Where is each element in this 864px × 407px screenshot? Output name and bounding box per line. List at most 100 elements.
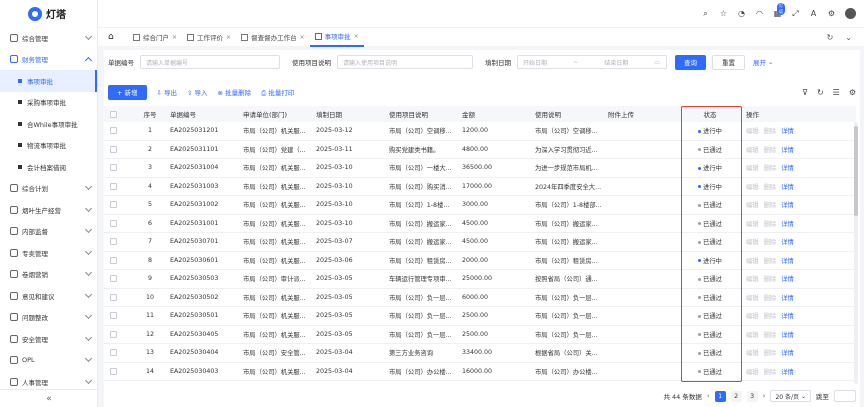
avatar[interactable] bbox=[845, 8, 856, 19]
delete-button[interactable]: 删除 bbox=[764, 163, 777, 172]
edit-button[interactable]: 编辑 bbox=[746, 367, 759, 376]
page-2[interactable]: 2 bbox=[730, 390, 742, 402]
sidebar-item-plan[interactable]: 综合计划 bbox=[0, 178, 97, 200]
detail-button[interactable]: 详情 bbox=[781, 163, 794, 172]
column-icon[interactable]: ☰ bbox=[833, 88, 840, 97]
translate-icon[interactable]: A bbox=[809, 9, 818, 18]
delete-button[interactable]: 删除 bbox=[764, 200, 777, 209]
edit-button[interactable]: 编辑 bbox=[746, 200, 759, 209]
edit-button[interactable]: 编辑 bbox=[746, 126, 759, 135]
detail-button[interactable]: 详情 bbox=[781, 367, 794, 376]
tab-matter-approval[interactable]: 事项审批 × bbox=[309, 28, 364, 47]
delete-button[interactable]: 删除 bbox=[764, 293, 777, 302]
delete-button[interactable]: 删除 bbox=[764, 274, 777, 283]
app-center-icon[interactable]: ▦灯塔 bbox=[773, 3, 785, 18]
sidebar-item-finance[interactable]: 财务管理 bbox=[0, 49, 97, 71]
row-checkbox[interactable] bbox=[104, 275, 134, 283]
detail-button[interactable]: 详情 bbox=[781, 274, 794, 283]
select-all-checkbox[interactable] bbox=[104, 110, 134, 118]
row-checkbox[interactable] bbox=[104, 145, 134, 153]
sidebar-item-monopoly[interactable]: 专卖管理 bbox=[0, 242, 97, 264]
row-checkbox[interactable] bbox=[104, 238, 134, 246]
gear-icon[interactable]: ⚙ bbox=[827, 9, 836, 18]
edit-button[interactable]: 编辑 bbox=[746, 219, 759, 228]
delete-button[interactable]: 删除 bbox=[764, 348, 777, 357]
page-1[interactable]: 1 bbox=[714, 390, 726, 402]
edit-button[interactable]: 编辑 bbox=[746, 348, 759, 357]
batch-print-button[interactable]: ⎙ 批量打印 bbox=[261, 87, 294, 98]
sidebar-collapse-button[interactable]: « bbox=[0, 389, 98, 407]
sidebar-subitem-purchase-approval[interactable]: 采购事项审批 bbox=[0, 92, 97, 114]
table-row[interactable]: 10 EA2025030502 市局（公司）机关服... 2025-03-05 市局（公… bbox=[104, 289, 856, 307]
page-size-select[interactable]: 20 条/页 ⌄ bbox=[770, 390, 811, 402]
table-row[interactable]: 9 EA2025030503 市局（公司）审计派... 2025-03-05 车辆运行管… bbox=[104, 270, 856, 289]
detail-button[interactable]: 详情 bbox=[781, 182, 794, 191]
table-row[interactable]: 2 EA2025031101 市局（公司）党建（... 2025-03-11 购买党建类… bbox=[104, 141, 856, 159]
delete-button[interactable]: 删除 bbox=[764, 330, 777, 339]
batch-delete-button[interactable]: ⊗ 批量删除 bbox=[218, 87, 252, 97]
delete-button[interactable]: 删除 bbox=[764, 367, 777, 376]
detail-button[interactable]: 详情 bbox=[781, 256, 794, 265]
export-button[interactable]: ⇩ 导出 bbox=[157, 87, 178, 97]
detail-button[interactable]: 详情 bbox=[781, 293, 794, 302]
detail-button[interactable]: 详情 bbox=[781, 219, 794, 228]
detail-button[interactable]: 详情 bbox=[781, 200, 794, 209]
star-icon[interactable]: ☆ bbox=[719, 9, 728, 18]
edit-button[interactable]: 编辑 bbox=[746, 256, 759, 265]
detail-button[interactable]: 详情 bbox=[781, 126, 794, 135]
table-row[interactable]: 1 EA2025031201 市局（公司）机关服... 2025-03-12 市局（公司… bbox=[104, 122, 856, 141]
expand-link[interactable]: 展开 bbox=[753, 57, 766, 67]
edit-button[interactable]: 编辑 bbox=[746, 237, 759, 246]
close-icon[interactable]: × bbox=[354, 33, 359, 40]
table-row[interactable]: 6 EA2025031001 市局（公司）机关服... 2025-03-10 市局（公司… bbox=[104, 215, 856, 233]
close-icon[interactable]: × bbox=[300, 34, 305, 41]
delete-button[interactable]: 删除 bbox=[764, 145, 777, 154]
edit-button[interactable]: 编辑 bbox=[746, 182, 759, 191]
message-icon[interactable]: ◔ bbox=[737, 9, 746, 18]
table-row[interactable]: 13 EA2025030404 市局（公司）安全管... 2025-03-04 第三方业… bbox=[104, 344, 856, 363]
sidebar-item-feedback[interactable]: 意见和建议 bbox=[0, 285, 97, 307]
search-button[interactable]: 查询 bbox=[675, 54, 706, 70]
bell-icon[interactable]: ◠ bbox=[755, 9, 764, 18]
delete-button[interactable]: 删除 bbox=[764, 126, 777, 135]
chevron-down-icon[interactable]: ⌄ bbox=[768, 58, 773, 66]
delete-button[interactable]: 删除 bbox=[764, 256, 777, 265]
row-checkbox[interactable] bbox=[104, 349, 134, 357]
detail-button[interactable]: 详情 bbox=[781, 145, 794, 154]
sidebar-item-rectify[interactable]: 问题整改 bbox=[0, 307, 97, 329]
edit-button[interactable]: 编辑 bbox=[746, 274, 759, 283]
app-logo[interactable]: 灯塔 bbox=[0, 0, 97, 27]
sidebar-item-safety[interactable]: 安全管理 bbox=[0, 328, 97, 350]
detail-button[interactable]: 详情 bbox=[781, 330, 794, 339]
row-checkbox[interactable] bbox=[104, 201, 134, 209]
date-range-input[interactable]: 开始日期 ~ 结束日期 ▭ bbox=[517, 55, 667, 69]
refresh-icon[interactable]: ↻ bbox=[827, 33, 834, 42]
row-checkbox[interactable] bbox=[104, 127, 134, 135]
chevron-down-icon[interactable]: ⌄ bbox=[845, 33, 852, 42]
table-row[interactable]: 4 EA2025031003 市局（公司）机关服... 2025-03-10 市局（公司… bbox=[104, 178, 856, 196]
tab-supervision-desk[interactable]: 督查督办工作台 × bbox=[236, 28, 310, 47]
sidebar-subitem-contract-approval[interactable]: 合While事项审批 bbox=[0, 113, 97, 135]
table-row[interactable]: 11 EA2025030501 市局（公司）机关服... 2025-03-05 市局（公… bbox=[104, 307, 856, 326]
table-row[interactable]: 5 EA2025031002 市局（公司）机关服... 2025-03-10 市局（公司… bbox=[104, 196, 856, 215]
sidebar-subitem-matter-approval[interactable]: 事项审批 bbox=[0, 70, 97, 92]
gear-icon[interactable]: ⚙ bbox=[849, 88, 856, 97]
table-row[interactable]: 7 EA2025030701 市局（公司）机关服... 2025-03-07 市局（公司… bbox=[104, 233, 856, 252]
tab-portal[interactable]: 综合门户 × bbox=[128, 28, 182, 47]
row-checkbox[interactable] bbox=[104, 256, 134, 264]
scrollbar-thumb[interactable] bbox=[854, 126, 858, 216]
edit-button[interactable]: 编辑 bbox=[746, 293, 759, 302]
close-icon[interactable]: × bbox=[172, 34, 177, 41]
row-checkbox[interactable] bbox=[104, 312, 134, 320]
home-icon[interactable]: ⌂ bbox=[108, 32, 118, 42]
row-checkbox[interactable] bbox=[104, 367, 134, 375]
sidebar-item-opl[interactable]: OPL bbox=[0, 350, 97, 372]
next-page-icon[interactable]: › bbox=[763, 392, 766, 400]
detail-button[interactable]: 详情 bbox=[781, 311, 794, 320]
row-checkbox[interactable] bbox=[104, 293, 134, 301]
delete-button[interactable]: 删除 bbox=[764, 237, 777, 246]
table-row[interactable]: 3 EA2025031004 市局（公司）机关服... 2025-03-10 市局（公司… bbox=[104, 159, 856, 178]
sidebar-item-internal-supervision[interactable]: 内部监督 bbox=[0, 221, 97, 243]
edit-button[interactable]: 编辑 bbox=[746, 330, 759, 339]
row-checkbox[interactable] bbox=[104, 330, 134, 338]
